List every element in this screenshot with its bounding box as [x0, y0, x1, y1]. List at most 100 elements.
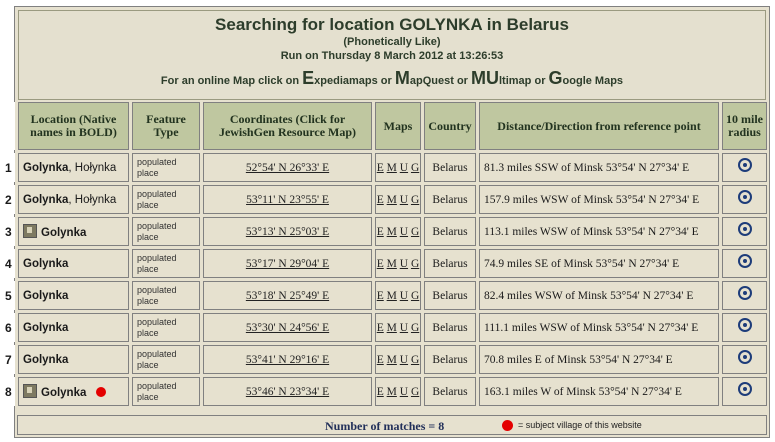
radius-search-icon[interactable]	[737, 318, 752, 332]
or-separator: or	[380, 75, 392, 87]
radius-cell	[722, 377, 767, 406]
map-link-u[interactable]: U	[400, 194, 408, 206]
radius-search-icon[interactable]	[737, 286, 752, 300]
location-native-name[interactable]: Golynka	[23, 322, 68, 334]
coordinates-cell: 53°17' N 29°04' E	[203, 249, 372, 278]
location-native-name[interactable]: Golynka	[23, 258, 68, 270]
radius-search-icon[interactable]	[737, 222, 752, 236]
coordinates-link[interactable]: 53°13' N 25°03' E	[246, 226, 329, 238]
map-link-g[interactable]: G	[411, 226, 419, 238]
map-link-e[interactable]: E	[377, 258, 384, 270]
country: Belarus	[424, 153, 476, 182]
country: Belarus	[424, 377, 476, 406]
page-title: Searching for location GOLYNKA in Belaru…	[215, 15, 569, 34]
google-maps-link[interactable]: Google Maps	[549, 68, 624, 88]
coordinates-link[interactable]: 53°46' N 23°34' E	[246, 386, 329, 398]
location-native-name[interactable]: Golynka	[23, 290, 68, 302]
location-column-header: Location (Native names in BOLD)	[18, 102, 129, 150]
map-link-m[interactable]: M	[387, 162, 397, 174]
coordinates-link[interactable]: 53°18' N 25°49' E	[246, 290, 329, 302]
table-footer: Number of matches = 8 = subject village …	[17, 415, 767, 435]
map-link-u[interactable]: U	[400, 258, 408, 270]
radius-search-icon[interactable]	[737, 158, 752, 172]
subject-village-legend: = subject village of this website	[518, 420, 642, 430]
radius-search-icon[interactable]	[737, 350, 752, 364]
map-link-m[interactable]: M	[387, 354, 397, 366]
map-link-e[interactable]: E	[377, 194, 384, 206]
radius-search-icon[interactable]	[737, 190, 752, 204]
coordinates-link[interactable]: 53°41' N 29°16' E	[246, 354, 329, 366]
row-number: 3	[3, 217, 15, 246]
map-link-g[interactable]: G	[411, 322, 419, 334]
map-link-u[interactable]: U	[400, 162, 408, 174]
location-alt-name: , Hołynka	[68, 161, 117, 174]
map-link-e[interactable]: E	[377, 386, 384, 398]
coordinates-cell: 53°13' N 25°03' E	[203, 217, 372, 246]
map-link-m[interactable]: M	[387, 322, 397, 334]
map-link-m[interactable]: M	[387, 386, 397, 398]
radius-search-icon[interactable]	[737, 382, 752, 396]
map-link-e[interactable]: E	[377, 290, 384, 302]
map-link-e[interactable]: E	[377, 354, 384, 366]
expediamaps-link[interactable]: Expediamaps	[302, 68, 378, 88]
jewishgen-info-icon[interactable]	[23, 224, 37, 238]
match-count: Number of matches = 8	[325, 419, 445, 433]
table-row: 3 Golynka populated place 53°13' N 25°03' E…	[3, 217, 767, 246]
distance-column-header: Distance/Direction from reference point	[479, 102, 719, 150]
map-link-m[interactable]: M	[387, 194, 397, 206]
coordinates-link[interactable]: 53°30' N 24°56' E	[246, 322, 329, 334]
country: Belarus	[424, 313, 476, 342]
map-link-g[interactable]: G	[411, 194, 419, 206]
map-link-g[interactable]: G	[411, 162, 419, 174]
table-row: 7 Golynka populated place 53°41' N 29°16' E…	[3, 345, 767, 374]
row-number: 2	[3, 185, 15, 214]
map-link-u[interactable]: U	[400, 386, 408, 398]
country: Belarus	[424, 345, 476, 374]
radius-cell	[722, 185, 767, 214]
country: Belarus	[424, 185, 476, 214]
coordinates-link[interactable]: 52°54' N 26°33' E	[246, 162, 329, 174]
mapquest-rest: apQuest	[409, 75, 454, 87]
row-number: 4	[3, 249, 15, 278]
map-link-e[interactable]: E	[377, 226, 384, 238]
distance-direction: 70.8 miles E of Minsk 53°54' N 27°34' E	[479, 345, 719, 374]
run-timestamp: Run on Thursday 8 March 2012 at 13:26:53	[280, 50, 504, 62]
coordinates-cell: 53°41' N 29°16' E	[203, 345, 372, 374]
map-link-m[interactable]: M	[387, 290, 397, 302]
location-cell: Golynka	[18, 313, 129, 342]
distance-direction: 74.9 miles SE of Minsk 53°54' N 27°34' E	[479, 249, 719, 278]
mapquest-link[interactable]: MapQuest	[395, 68, 454, 88]
map-link-g[interactable]: G	[411, 290, 419, 302]
coordinates-link[interactable]: 53°11' N 23°55' E	[246, 194, 329, 206]
map-link-m[interactable]: M	[387, 226, 397, 238]
location-native-name[interactable]: Golynka	[41, 227, 86, 239]
country-column-header: Country	[424, 102, 476, 150]
maps-cell: E M U G	[375, 345, 421, 374]
multimap-link[interactable]: MUltimap	[471, 68, 531, 88]
location-native-name[interactable]: Golynka	[23, 194, 68, 206]
radius-cell	[722, 345, 767, 374]
map-link-e[interactable]: E	[377, 322, 384, 334]
map-link-e[interactable]: E	[377, 162, 384, 174]
location-cell: Golynka	[18, 249, 129, 278]
map-link-u[interactable]: U	[400, 290, 408, 302]
map-link-g[interactable]: G	[411, 386, 419, 398]
coordinates-link[interactable]: 53°17' N 29°04' E	[246, 258, 329, 270]
radius-cell	[722, 217, 767, 246]
table-row: 1 Golynka, Hołynka populated place 52°54' N…	[3, 153, 767, 182]
distance-direction: 111.1 miles WSW of Minsk 53°54' N 27°34'…	[479, 313, 719, 342]
map-link-u[interactable]: U	[400, 322, 408, 334]
location-native-name[interactable]: Golynka	[41, 387, 86, 399]
row-number: 6	[3, 313, 15, 342]
row-number-header	[3, 102, 15, 150]
map-link-m[interactable]: M	[387, 258, 397, 270]
map-link-u[interactable]: U	[400, 226, 408, 238]
map-link-u[interactable]: U	[400, 354, 408, 366]
jewishgen-info-icon[interactable]	[23, 384, 37, 398]
location-native-name[interactable]: Golynka	[23, 162, 68, 174]
location-native-name[interactable]: Golynka	[23, 354, 68, 366]
radius-search-icon[interactable]	[737, 254, 752, 268]
maps-prefix: For an online Map click on	[160, 75, 300, 87]
map-link-g[interactable]: G	[411, 258, 419, 270]
map-link-g[interactable]: G	[411, 354, 419, 366]
